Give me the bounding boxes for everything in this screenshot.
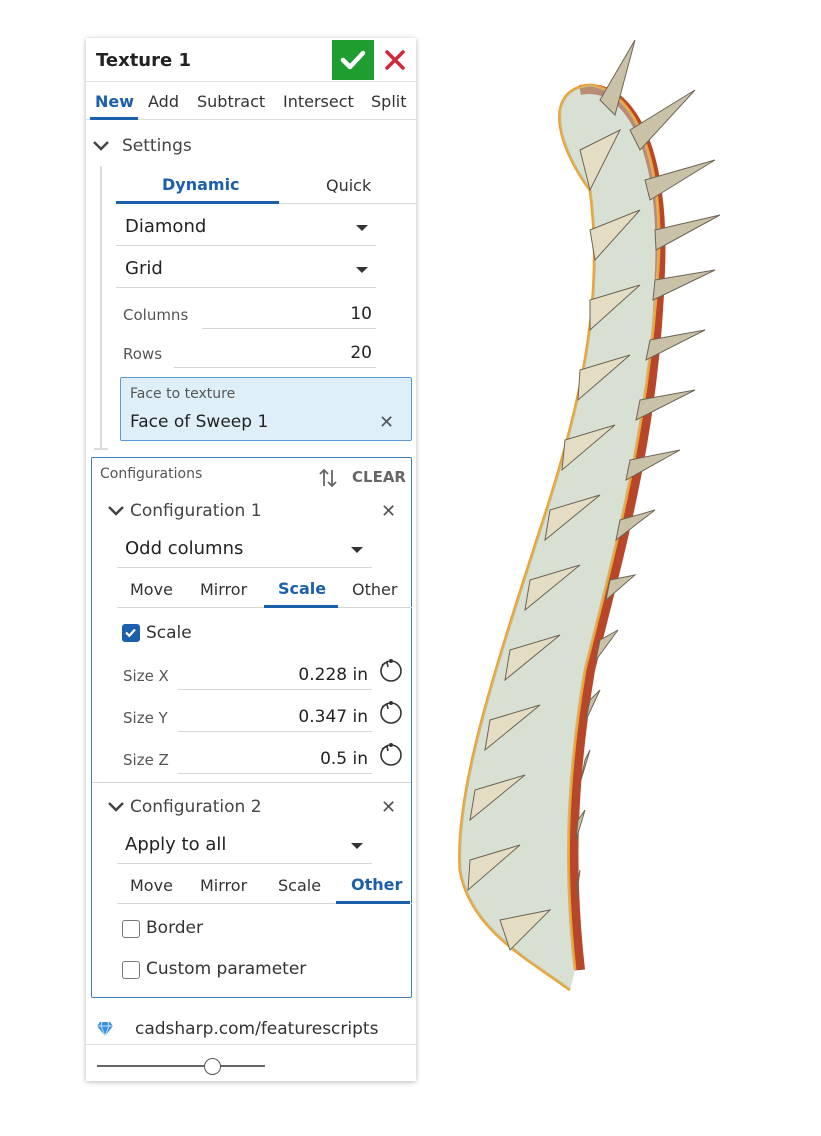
dropdown-underline [117, 863, 372, 864]
caret-down-icon [351, 843, 363, 849]
columns-label: Columns [123, 306, 189, 324]
custom-parameter-label: Custom parameter [146, 959, 307, 979]
configuration-1-selection: Odd columns [125, 538, 244, 559]
face-selection-box[interactable]: Face to texture Face of Sweep 1 ✕ [120, 377, 412, 441]
size-z-input[interactable]: 0.5 in [242, 749, 368, 769]
scale-label: Scale [146, 623, 192, 643]
tab-subtract[interactable]: Subtract [197, 92, 265, 111]
checkmark-icon [340, 50, 366, 70]
opacity-slider-track[interactable] [97, 1065, 265, 1067]
tab-split[interactable]: Split [371, 92, 406, 111]
dropdown-underline [117, 567, 372, 568]
parameter-icon[interactable] [376, 698, 406, 726]
config2-tab-move[interactable]: Move [130, 876, 173, 895]
parameter-icon[interactable] [376, 656, 406, 684]
tab-add[interactable]: Add [148, 92, 179, 111]
dropdown-underline [116, 245, 376, 246]
boolean-tabs: New Add Subtract Intersect Split [86, 82, 416, 120]
layout-value: Grid [125, 258, 163, 279]
section-rail-end [94, 448, 108, 450]
dialog-header: Texture 1 [86, 38, 416, 82]
textured-sweep-model [458, 39, 721, 992]
active-tab-indicator [116, 201, 279, 204]
input-underline [178, 773, 372, 774]
footer-link[interactable]: cadsharp.com/featurescripts [135, 1019, 378, 1039]
chevron-down-icon[interactable] [107, 801, 125, 813]
active-tab-indicator [90, 117, 138, 120]
config2-tab-scale[interactable]: Scale [278, 876, 321, 895]
close-icon [385, 50, 405, 70]
dialog-title: Texture 1 [96, 50, 192, 71]
section-rail [100, 166, 102, 449]
border-label: Border [146, 918, 203, 938]
columns-input[interactable]: 10 [286, 304, 372, 324]
checkmark-icon [125, 628, 136, 638]
config1-tab-mirror[interactable]: Mirror [200, 580, 247, 599]
gem-icon [97, 1021, 113, 1037]
tab-intersect[interactable]: Intersect [283, 92, 354, 111]
configuration-2-selection: Apply to all [125, 834, 227, 855]
caret-down-icon [356, 267, 368, 273]
remove-configuration-2-icon[interactable]: ✕ [381, 797, 396, 818]
config1-tab-other[interactable]: Other [352, 580, 397, 599]
input-underline [202, 328, 376, 329]
caret-down-icon [351, 547, 363, 553]
clear-face-icon[interactable]: ✕ [379, 412, 394, 433]
size-y-input[interactable]: 0.347 in [242, 707, 368, 727]
feature-dialog: Texture 1 New Add Subtract Intersect Spl… [86, 38, 416, 1081]
footer-divider [86, 1044, 416, 1045]
configuration-2-title[interactable]: Configuration 2 [130, 797, 262, 817]
sort-icon[interactable] [318, 467, 338, 489]
tab-quick[interactable]: Quick [326, 176, 371, 195]
config1-tab-scale[interactable]: Scale [278, 579, 326, 598]
config1-tab-move[interactable]: Move [130, 580, 173, 599]
face-value: Face of Sweep 1 [130, 412, 269, 432]
size-z-label: Size Z [123, 751, 169, 769]
input-underline [178, 689, 372, 690]
border-checkbox[interactable] [122, 920, 140, 938]
config2-tab-other[interactable]: Other [351, 875, 402, 894]
config2-tab-mirror[interactable]: Mirror [200, 876, 247, 895]
chevron-down-icon[interactable] [92, 140, 110, 152]
rows-label: Rows [123, 345, 163, 363]
rows-input[interactable]: 20 [286, 343, 372, 363]
cancel-button[interactable] [378, 42, 412, 78]
parameter-icon[interactable] [376, 740, 406, 768]
active-tab-indicator [336, 901, 410, 904]
size-x-label: Size X [123, 667, 169, 685]
dropdown-underline [116, 287, 376, 288]
face-label: Face to texture [130, 386, 236, 402]
scale-checkbox[interactable] [122, 624, 140, 642]
configurations-box: Configurations CLEAR Configuration 1 ✕ O… [91, 457, 412, 998]
configurations-title: Configurations [100, 466, 203, 482]
opacity-slider-handle[interactable] [204, 1058, 221, 1075]
active-tab-indicator [264, 605, 338, 608]
custom-parameter-checkbox[interactable] [122, 961, 140, 979]
input-underline [174, 367, 376, 368]
pattern-value: Diamond [125, 216, 207, 237]
clear-button[interactable]: CLEAR [352, 468, 406, 486]
configuration-1-title[interactable]: Configuration 1 [130, 501, 262, 521]
accept-button[interactable] [332, 40, 374, 80]
caret-down-icon [356, 225, 368, 231]
configuration-divider [92, 782, 411, 783]
size-y-label: Size Y [123, 709, 168, 727]
chevron-down-icon[interactable] [107, 505, 125, 517]
input-underline [178, 731, 372, 732]
tab-new[interactable]: New [95, 92, 134, 111]
remove-configuration-1-icon[interactable]: ✕ [381, 501, 396, 522]
tab-dynamic[interactable]: Dynamic [162, 175, 240, 194]
settings-section-title[interactable]: Settings [122, 136, 192, 156]
size-x-input[interactable]: 0.228 in [242, 665, 368, 685]
